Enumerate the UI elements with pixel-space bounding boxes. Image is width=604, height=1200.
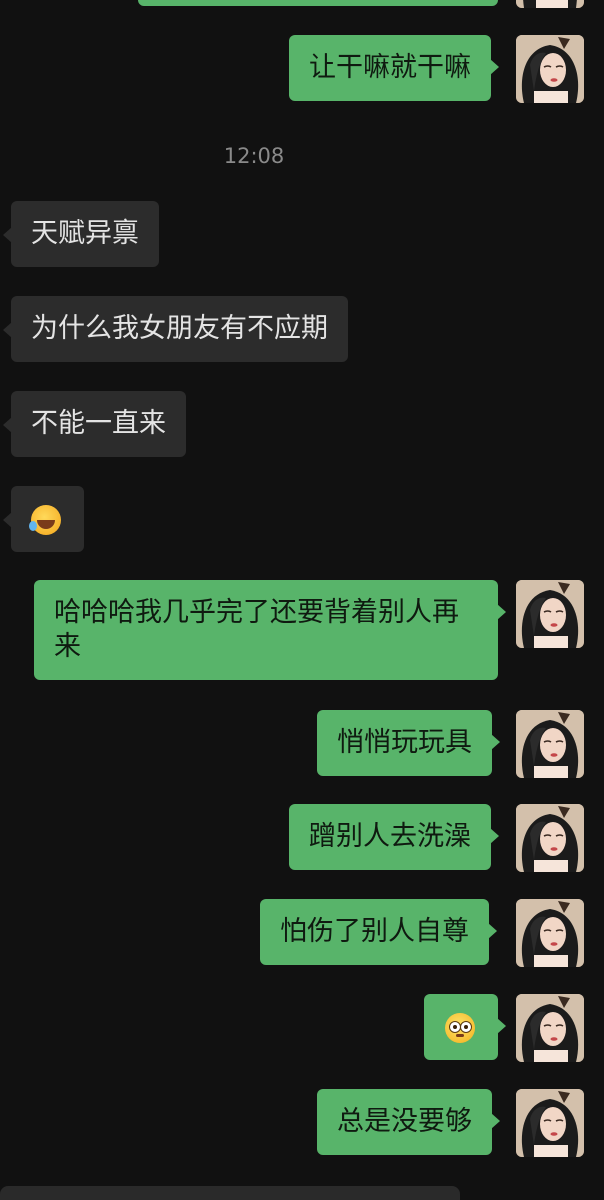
message-bubble-incoming[interactable] [3,486,84,552]
message-bubble-incoming[interactable]: 为什么我女朋友有不应期 [3,296,348,362]
message-timestamp: 12:08 [223,144,285,168]
message-bubble-outgoing[interactable]: 哈哈哈我几乎完了还要背着别人再来 [34,580,506,680]
message-bubble-outgoing[interactable] [424,994,506,1060]
avatar-portrait-icon [516,994,584,1062]
avatar-portrait-icon [516,580,584,648]
message-input-bar[interactable] [0,1186,460,1200]
chat-screen: 让干嘛就干嘛 12:08 天赋异禀 为什么我女朋友有不应期 不能一直来 哈哈哈我… [0,0,604,1200]
user-avatar[interactable] [516,580,584,648]
user-avatar[interactable] [516,35,584,103]
message-bubble-outgoing[interactable] [138,0,498,6]
message-bubble-outgoing[interactable]: 让干嘛就干嘛 [289,35,499,101]
message-bubble-outgoing[interactable]: 悄悄玩玩具 [317,710,500,776]
avatar-portrait-icon [516,899,584,967]
avatar-portrait-icon [516,0,584,8]
avatar-portrait-icon [516,710,584,778]
user-avatar[interactable] [516,994,584,1062]
avatar-portrait-icon [516,1089,584,1157]
message-bubble-incoming[interactable]: 天赋异禀 [3,201,159,267]
avatar-portrait-icon [516,35,584,103]
user-avatar[interactable] [516,804,584,872]
user-avatar[interactable] [516,899,584,967]
flushed-face-emoji-icon [445,1012,475,1043]
avatar-portrait-icon [516,804,584,872]
user-avatar[interactable] [516,0,584,8]
message-bubble-outgoing[interactable]: 怕伤了别人自尊 [260,899,497,965]
laughing-crying-emoji-icon [29,504,61,535]
user-avatar[interactable] [516,1089,584,1157]
message-bubble-incoming[interactable]: 不能一直来 [3,391,186,457]
message-bubble-outgoing[interactable]: 蹭别人去洗澡 [289,804,499,870]
message-bubble-outgoing[interactable]: 总是没要够 [317,1089,500,1155]
user-avatar[interactable] [516,710,584,778]
